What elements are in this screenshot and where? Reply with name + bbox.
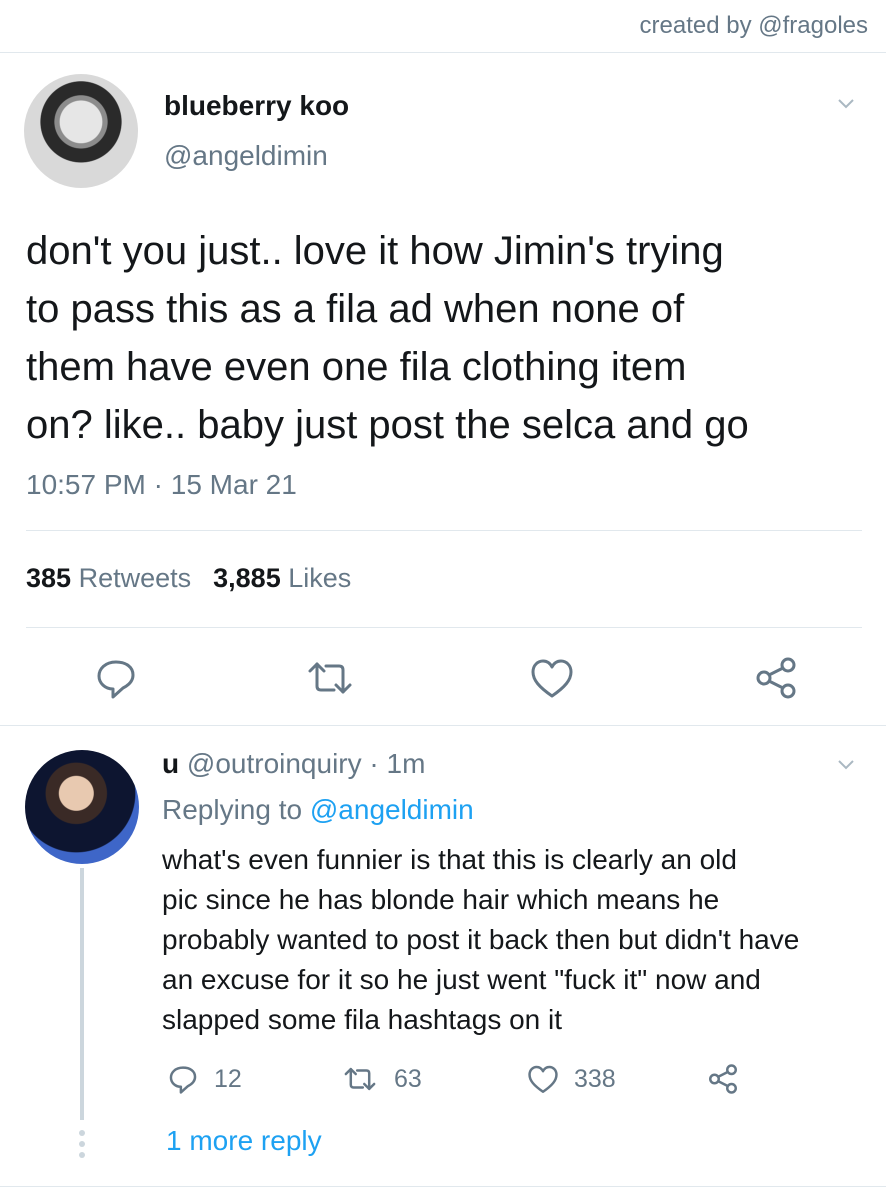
- retweet-count: 63: [394, 1064, 422, 1093]
- likes-stat[interactable]: 3,885 Likes: [213, 563, 351, 593]
- tweet-text: don't you just.. love it how Jimin's try…: [26, 229, 749, 447]
- divider: [0, 1186, 886, 1187]
- retweets-count: 385: [26, 563, 72, 593]
- divider: [0, 725, 886, 726]
- like-count: 338: [574, 1064, 616, 1093]
- reply-text: what's even funnier is that this is clea…: [162, 844, 800, 1035]
- like-icon[interactable]: [528, 654, 576, 702]
- watermark: created by @fragoles: [639, 12, 868, 39]
- more-replies-link[interactable]: 1 more reply: [166, 1125, 322, 1157]
- divider: [0, 52, 886, 53]
- tweet-stats: 385 Retweets 3,885 Likes: [26, 563, 351, 594]
- likes-count: 3,885: [213, 563, 281, 593]
- like-button[interactable]: 338: [526, 1062, 616, 1096]
- reply-header: u @outroinquiry · 1m: [162, 748, 426, 779]
- chevron-down-icon[interactable]: [838, 95, 854, 111]
- likes-label: Likes: [288, 563, 352, 593]
- divider: [26, 530, 862, 531]
- avatar[interactable]: [25, 750, 139, 864]
- retweet-icon[interactable]: [306, 654, 354, 702]
- retweets-label: Retweets: [78, 563, 192, 593]
- share-icon[interactable]: [752, 654, 800, 702]
- author-handle[interactable]: @angeldimin: [164, 140, 328, 172]
- reply-author-handle[interactable]: @outroinquiry: [187, 748, 362, 779]
- chevron-down-icon[interactable]: [838, 756, 854, 772]
- retweets-stat[interactable]: 385 Retweets: [26, 563, 191, 593]
- replying-to-link[interactable]: @angeldimin: [310, 794, 474, 825]
- divider: [26, 627, 862, 628]
- reply-icon[interactable]: [92, 654, 140, 702]
- replying-to-label: Replying to: [162, 794, 303, 825]
- retweet-button[interactable]: 63: [340, 1062, 422, 1096]
- share-icon[interactable]: [706, 1062, 754, 1096]
- thread-dots: [79, 1130, 85, 1163]
- author-name[interactable]: blueberry koo: [164, 90, 349, 122]
- reply-time[interactable]: 1m: [387, 748, 426, 779]
- reply-button[interactable]: 12: [166, 1062, 242, 1096]
- reply-author-name[interactable]: u: [162, 748, 179, 779]
- reply-count: 12: [214, 1064, 242, 1093]
- thread-line: [80, 868, 84, 1120]
- replying-to: Replying to @angeldimin: [162, 794, 474, 826]
- tweet-timestamp[interactable]: 10:57 PM · 15 Mar 21: [26, 469, 297, 501]
- avatar[interactable]: [24, 74, 138, 188]
- tweet-time: 10:57 PM: [26, 469, 146, 500]
- tweet-date: 15 Mar 21: [170, 469, 297, 500]
